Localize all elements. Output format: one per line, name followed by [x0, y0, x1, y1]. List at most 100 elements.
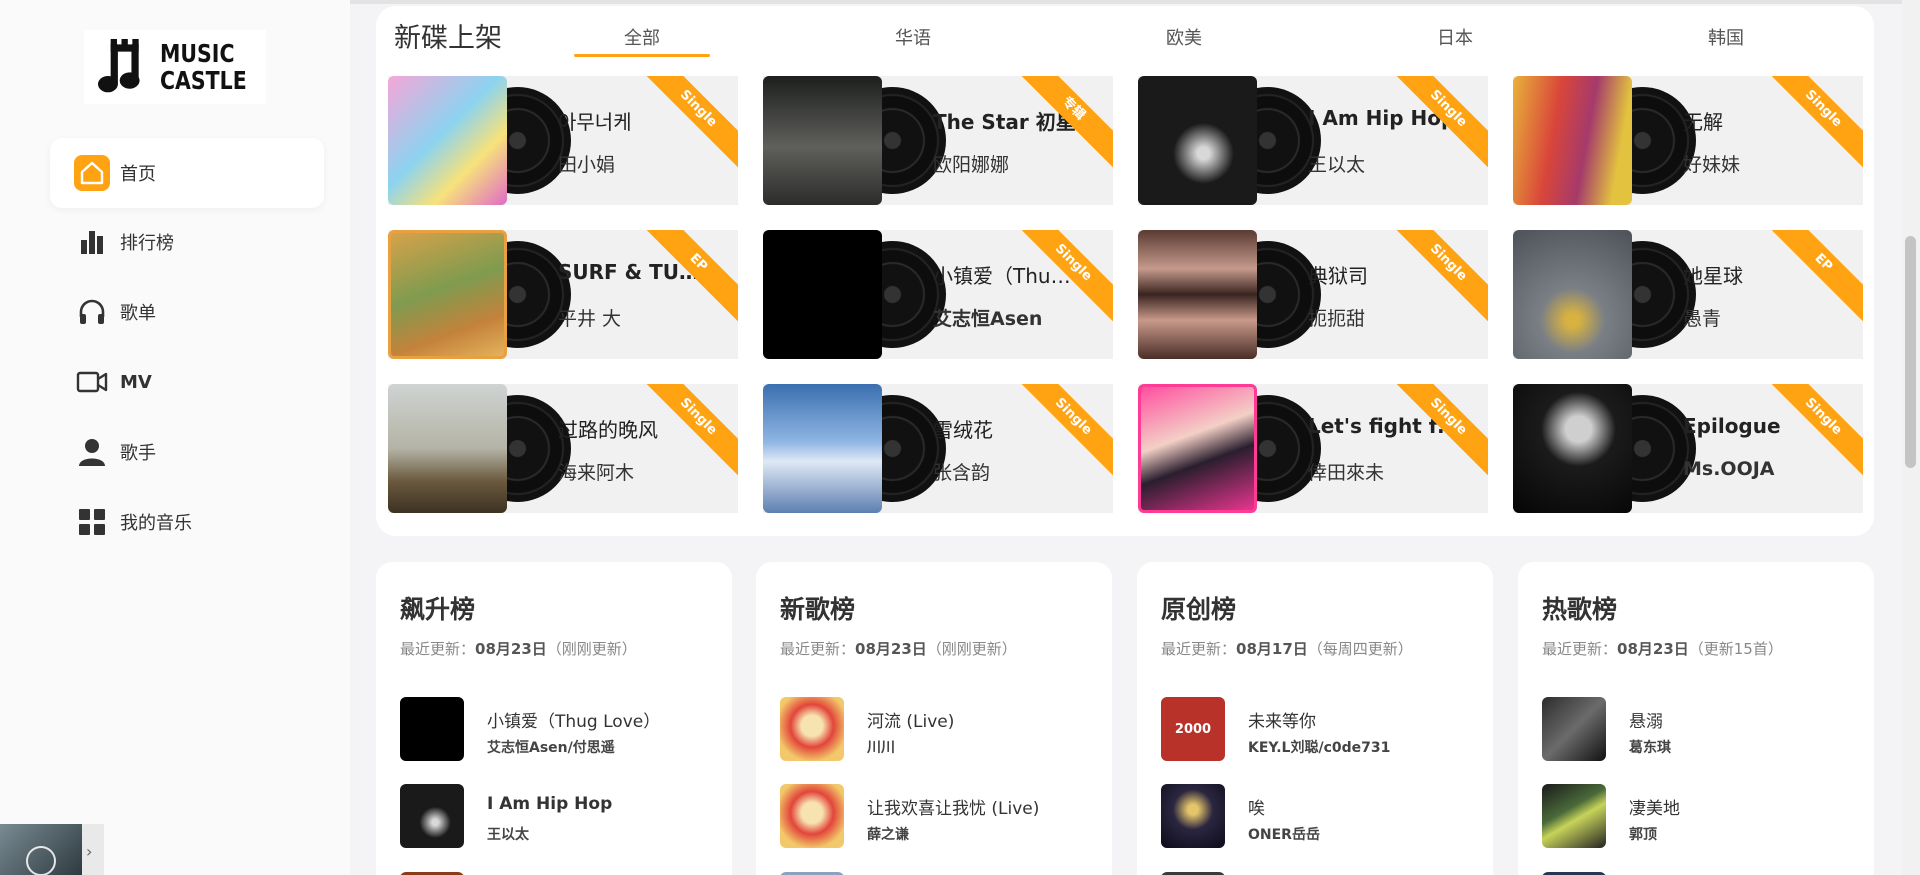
- album-artist: 张含韵: [933, 462, 991, 484]
- track-artist: 王以太: [487, 827, 529, 843]
- chart-card-new-songs[interactable]: 新歌榜 最近更新：08月23日（刚刚更新） 河流 (Live) 川川 让我欢喜让…: [756, 562, 1112, 875]
- play-icon[interactable]: [26, 846, 56, 875]
- track-artist: 葛东琪: [1629, 740, 1671, 756]
- chart-update-info: 最近更新：08月23日（刚刚更新）: [400, 638, 637, 659]
- tab-western[interactable]: 欧美: [1116, 24, 1252, 50]
- album-card[interactable]: 她星球 愚青 EP: [1513, 230, 1863, 359]
- sidebar: MUSIC CASTLE 首页 排行榜 歌单 MV 歌手 我的音乐 ›: [0, 0, 350, 875]
- headphones-icon: [74, 294, 110, 330]
- logo-text: MUSIC CASTLE: [160, 39, 247, 95]
- tab-label: 日本: [1437, 28, 1473, 49]
- sidebar-item-mv[interactable]: MV: [50, 347, 324, 417]
- album-artist: 好妹妹: [1683, 154, 1741, 176]
- track-title: I Am Hip Hop: [487, 794, 613, 814]
- sidebar-item-my-music[interactable]: 我的音乐: [50, 487, 324, 557]
- track-row[interactable]: 唉 ONER岳岳: [1161, 784, 1481, 848]
- album-card[interactable]: 小镇爱（Thug L... 艾志恒Asen Single: [763, 230, 1113, 359]
- track-row[interactable]: 小镇爱（Thug Love） 艾志恒Asen/付思遥: [400, 697, 720, 761]
- tab-label: 欧美: [1166, 28, 1202, 49]
- track-title: 未来等你: [1248, 712, 1316, 732]
- track-title: 唉: [1248, 799, 1265, 819]
- sidebar-item-label: 排行榜: [120, 233, 174, 254]
- update-date: 08月23日: [1617, 640, 1689, 658]
- album-artist: 愚青: [1683, 308, 1722, 330]
- album-artist: 田小娟: [558, 154, 616, 176]
- album-cover: [388, 384, 507, 513]
- chart-title: 飙升榜: [400, 595, 476, 624]
- track-cover: [400, 697, 464, 761]
- chart-card-hot[interactable]: 热歌榜 最近更新：08月23日（更新15首） 悬溺 葛东琪 凄美地 郭顶: [1518, 562, 1874, 875]
- track-row[interactable]: I Am Hip Hop 王以太: [400, 784, 720, 848]
- track-row[interactable]: 2000 未来等你 KEY.L刘聪/c0de731: [1161, 697, 1481, 761]
- album-cover: [763, 230, 882, 359]
- sidebar-item-charts[interactable]: 排行榜: [50, 207, 324, 277]
- page-scrollbar-thumb[interactable]: [1905, 236, 1916, 468]
- album-card[interactable]: The Star 初星 欧阳娜娜 专辑: [763, 76, 1113, 205]
- tab-label: 华语: [895, 28, 931, 49]
- album-artist: 艾志恒Asen: [933, 308, 1043, 330]
- album-artist: 平井 大: [558, 308, 622, 330]
- track-artist: KEY.L刘聪/c0de731: [1248, 740, 1391, 756]
- track-artist: 郭顶: [1629, 827, 1657, 843]
- album-artist: 海来阿木: [558, 462, 635, 484]
- tab-chinese[interactable]: 华语: [845, 24, 981, 50]
- track-artist: 薛之谦: [867, 827, 909, 843]
- chart-update-info: 最近更新：08月23日（刚刚更新）: [780, 638, 1017, 659]
- sidebar-item-label: 首页: [120, 164, 156, 185]
- chart-update-info: 最近更新：08月17日（每周四更新）: [1161, 638, 1413, 659]
- track-cover: 2000: [1161, 697, 1225, 761]
- album-card[interactable]: Let's fight for lo... 倖田來未 Single: [1138, 384, 1488, 513]
- sidebar-item-playlists[interactable]: 歌单: [50, 277, 324, 347]
- track-cover: [780, 784, 844, 848]
- track-artist: 川川: [867, 740, 895, 756]
- album-card[interactable]: 过路的晚风 海来阿木 Single: [388, 384, 738, 513]
- sidebar-item-label: 歌单: [120, 303, 156, 324]
- track-row[interactable]: 河流 (Live) 川川: [780, 697, 1100, 761]
- app-logo[interactable]: MUSIC CASTLE: [84, 30, 266, 104]
- section-title: 新碟上架: [394, 23, 502, 54]
- update-label: 最近更新：: [1161, 640, 1237, 658]
- album-card[interactable]: SURF & TURF (D... 平井 大 EP: [388, 230, 738, 359]
- track-title: 悬溺: [1629, 712, 1663, 732]
- track-cover: [780, 697, 844, 761]
- album-card[interactable]: 雪绒花 张含韵 Single: [763, 384, 1113, 513]
- track-row[interactable]: 让我欢喜让我忧 (Live) 薛之谦: [780, 784, 1100, 848]
- tab-label: 全部: [624, 28, 660, 49]
- video-icon: [74, 364, 110, 400]
- sidebar-item-home[interactable]: 首页: [50, 138, 324, 208]
- tab-korea[interactable]: 韩国: [1658, 24, 1794, 50]
- album-cover: [388, 76, 507, 205]
- update-note: （刚刚更新）: [926, 640, 1017, 658]
- mini-player[interactable]: ›: [0, 824, 104, 875]
- grid-icon: [74, 504, 110, 540]
- chart-card-soaring[interactable]: 飙升榜 最近更新：08月23日（刚刚更新） 小镇爱（Thug Love） 艾志恒…: [376, 562, 732, 875]
- tab-japan[interactable]: 日本: [1387, 24, 1523, 50]
- chart-card-original[interactable]: 原创榜 最近更新：08月17日（每周四更新） 2000 未来等你 KEY.L刘聪…: [1137, 562, 1493, 875]
- update-date: 08月23日: [475, 640, 547, 658]
- album-cover: [1138, 76, 1257, 205]
- tab-all[interactable]: 全部: [574, 24, 710, 57]
- album-card[interactable]: 典狱司 扼扼甜 Single: [1138, 230, 1488, 359]
- sidebar-item-artists[interactable]: 歌手: [50, 417, 324, 487]
- album-cover: [388, 230, 507, 359]
- chart-update-info: 最近更新：08月23日（更新15首）: [1542, 638, 1783, 659]
- album-card[interactable]: I Am Hip Hop 王以太 Single: [1138, 76, 1488, 205]
- chevron-right-icon[interactable]: ›: [86, 842, 92, 861]
- track-title: 小镇爱（Thug Love）: [487, 712, 661, 732]
- album-artist: Ms.OOJA: [1683, 458, 1775, 480]
- track-cover: [1161, 784, 1225, 848]
- album-cover: [1513, 384, 1632, 513]
- update-note: （每周四更新）: [1307, 640, 1413, 658]
- chart-title: 新歌榜: [780, 595, 856, 624]
- track-cover: [1542, 697, 1606, 761]
- sidebar-item-label: 歌手: [120, 443, 156, 464]
- update-date: 08月17日: [1236, 640, 1308, 658]
- album-card[interactable]: Epilogue Ms.OOJA Single: [1513, 384, 1863, 513]
- track-row[interactable]: 悬溺 葛东琪: [1542, 697, 1862, 761]
- track-row[interactable]: 凄美地 郭顶: [1542, 784, 1862, 848]
- album-card[interactable]: 아무너케 田小娟 Single: [388, 76, 738, 205]
- track-title: 凄美地: [1629, 799, 1680, 819]
- track-cover: [1542, 784, 1606, 848]
- album-card[interactable]: 无解 好妹妹 Single: [1513, 76, 1863, 205]
- album-cover: [1513, 230, 1632, 359]
